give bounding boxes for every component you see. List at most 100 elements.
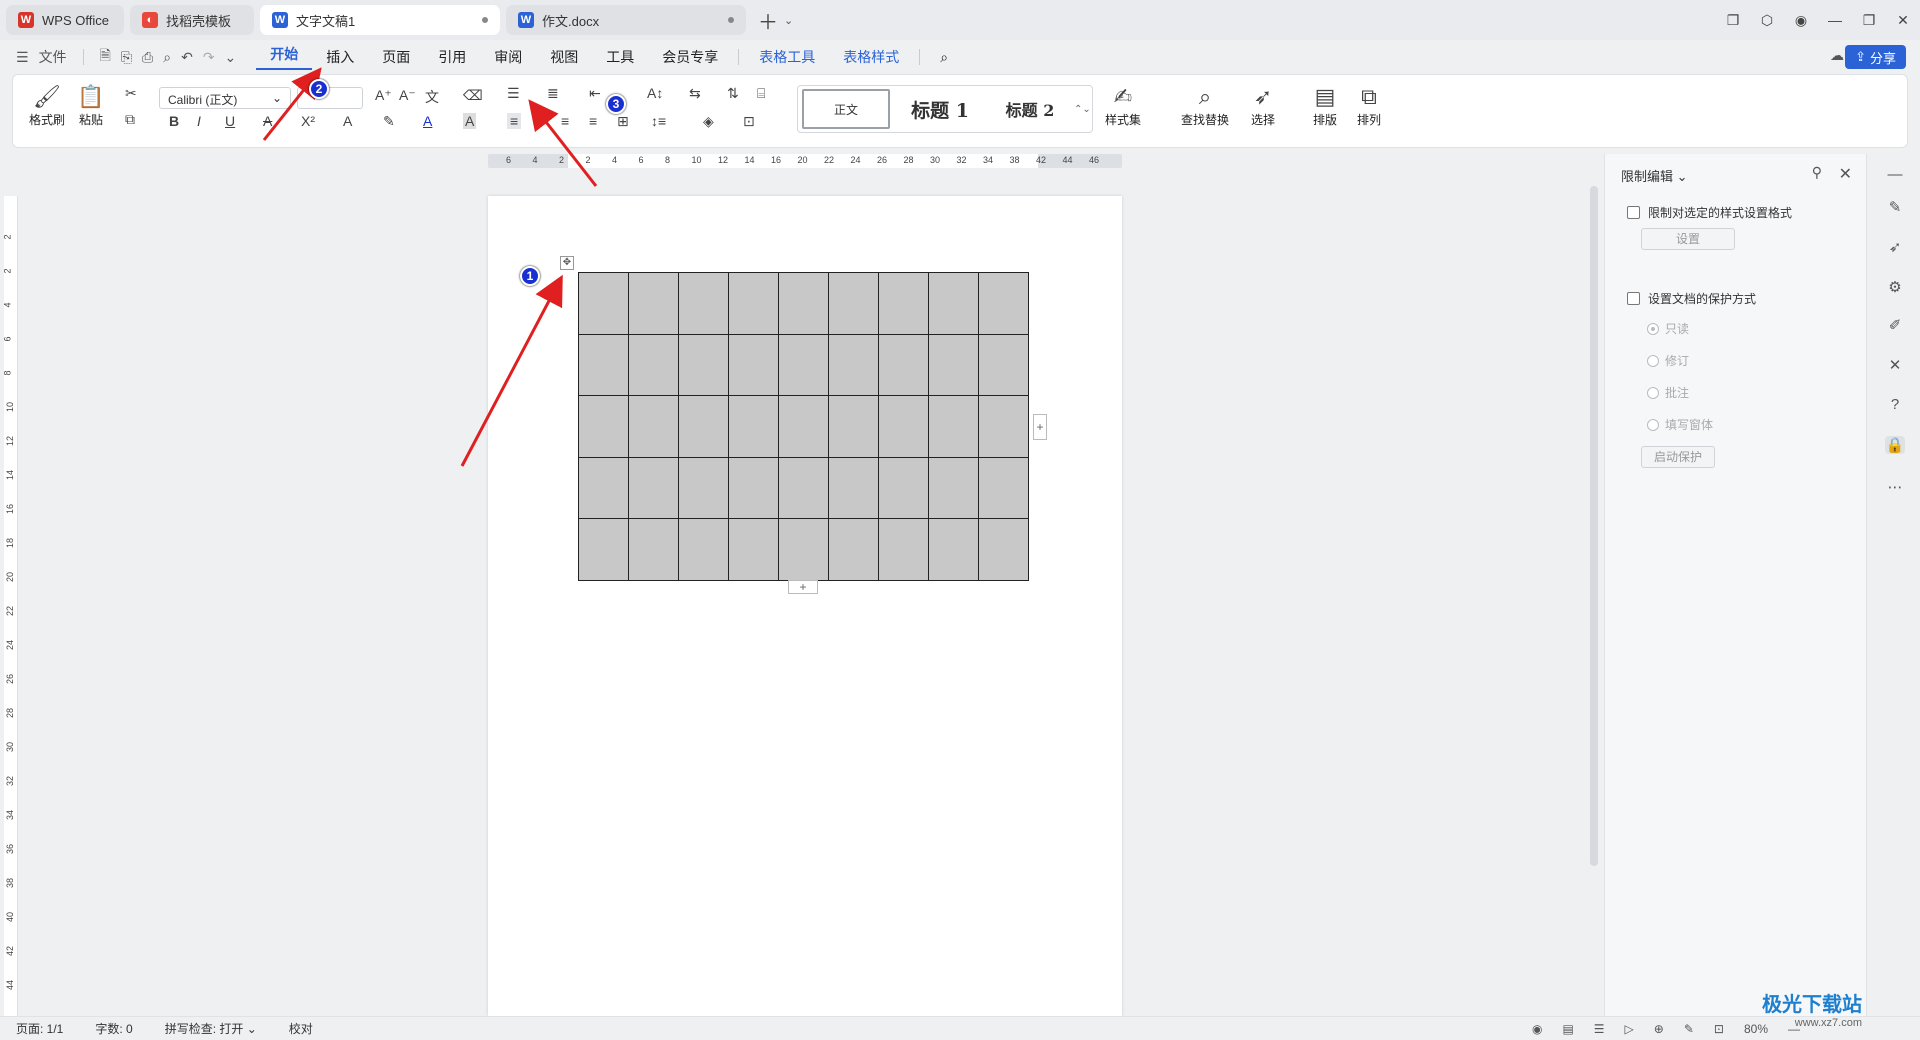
menu-insert[interactable]: 插入	[312, 47, 368, 67]
table-cell[interactable]	[678, 272, 729, 335]
table-cell[interactable]	[878, 333, 929, 396]
cloud-icon[interactable]: ☁	[1830, 47, 1844, 64]
menu-tools[interactable]: 工具	[592, 47, 648, 67]
distribute-icon[interactable]: ⊞	[617, 113, 629, 130]
vertical-scrollbar[interactable]	[1590, 186, 1598, 866]
minimize-icon[interactable]: —	[1818, 12, 1852, 28]
show-marks-icon[interactable]: ⌸	[757, 85, 765, 102]
search-icon[interactable]: ⌕	[926, 49, 962, 66]
web-view-icon[interactable]: ⊕	[1654, 1022, 1664, 1036]
highlight-icon[interactable]: ✎	[383, 113, 395, 130]
table-cell[interactable]	[828, 272, 879, 335]
table-cell[interactable]	[578, 518, 629, 581]
clear-format-icon[interactable]: ⌫	[463, 87, 483, 104]
mode-readonly[interactable]: 只读	[1647, 320, 1689, 337]
settings-button[interactable]: 设置	[1641, 228, 1735, 250]
export-icon[interactable]: ⎘	[121, 49, 132, 66]
convert-icon[interactable]: ⇆	[689, 85, 701, 102]
table-cell[interactable]	[928, 272, 979, 335]
menu-review[interactable]: 审阅	[480, 47, 536, 67]
chevron-down-icon[interactable]: ⌄	[784, 14, 793, 27]
restore-icon[interactable]: ❐	[1852, 12, 1886, 29]
table-cell[interactable]	[928, 456, 979, 519]
table-cell[interactable]	[628, 395, 679, 458]
bullet-list-icon[interactable]: ☰	[507, 85, 520, 102]
italic-button[interactable]: I	[197, 113, 201, 129]
edit-doc-icon[interactable]: ✐	[1885, 316, 1905, 334]
align-right-icon[interactable]: ≡	[561, 113, 569, 129]
table-cell[interactable]	[878, 518, 929, 581]
mode-comment[interactable]: 批注	[1647, 384, 1689, 401]
style-set-button[interactable]: ✍ 样式集	[1105, 83, 1141, 128]
table-cell[interactable]	[978, 395, 1029, 458]
table-cell[interactable]	[928, 395, 979, 458]
style-normal[interactable]: 正文	[802, 89, 890, 129]
menu-references[interactable]: 引用	[424, 47, 480, 67]
align-left-icon[interactable]: ≡	[507, 113, 522, 129]
menu-file[interactable]: 文件	[39, 47, 67, 67]
outline-view-icon[interactable]: ☰	[1594, 1022, 1605, 1036]
menu-member[interactable]: 会员专享	[648, 47, 732, 67]
new-tab-icon[interactable]: ＋	[758, 6, 778, 35]
table-cell[interactable]	[628, 518, 679, 581]
word-count[interactable]: 字数: 0	[79, 1020, 148, 1037]
gallery-scroll-icon[interactable]: ⌃⌄	[1074, 104, 1091, 115]
decrease-indent-icon[interactable]: ⇤	[589, 85, 601, 102]
table-cell[interactable]	[778, 272, 829, 335]
menu-home[interactable]: 开始	[256, 44, 313, 70]
table-cell[interactable]	[978, 333, 1029, 396]
pin-icon[interactable]: ⚲	[1812, 164, 1822, 181]
checkbox[interactable]	[1627, 292, 1640, 305]
style-heading2[interactable]: 标题 2	[990, 89, 1070, 129]
table-cell[interactable]	[928, 333, 979, 396]
table-cell[interactable]	[778, 395, 829, 458]
table-cell[interactable]	[828, 395, 879, 458]
layout-button[interactable]: ▤ 排版	[1311, 83, 1339, 128]
paste-button[interactable]: 📋 粘贴	[77, 83, 105, 128]
document-page[interactable]: ✥ + +	[488, 196, 1122, 1016]
table-cell[interactable]	[828, 333, 879, 396]
table-cell[interactable]	[628, 272, 679, 335]
proofread[interactable]: 校对	[273, 1020, 329, 1037]
line-spacing-icon[interactable]: ↕≡	[651, 113, 666, 129]
font-name-select[interactable]: Calibri (正文) ⌄	[159, 87, 291, 109]
print-preview-icon[interactable]: ⌕	[163, 49, 171, 66]
unsaved-dot-icon[interactable]	[482, 17, 488, 23]
mode-form[interactable]: 填写窗体	[1647, 416, 1713, 433]
table-cell[interactable]	[778, 456, 829, 519]
table-cell[interactable]	[878, 272, 929, 335]
grow-font-icon[interactable]: A⁺	[375, 87, 392, 104]
add-row-button[interactable]: +	[788, 580, 818, 594]
page-count[interactable]: 页面: 1/1	[0, 1020, 79, 1037]
align-center-icon[interactable]: ≡	[535, 113, 543, 129]
cursor-icon[interactable]: ➶	[1885, 238, 1905, 256]
shrink-font-icon[interactable]: A⁻	[399, 87, 416, 104]
pen-icon[interactable]: ✎	[1684, 1022, 1694, 1036]
vertical-ruler[interactable]: 2 2 4 6 8 10 12 14 16 18 20 22 24 26 28 30 32 34 36 38 40 42 4…	[3, 196, 18, 1016]
hamburger-icon[interactable]: ☰	[16, 49, 29, 66]
menu-table-tools[interactable]: 表格工具	[745, 47, 829, 67]
adjust-icon[interactable]: ⚙	[1885, 278, 1905, 296]
table-cell[interactable]	[978, 518, 1029, 581]
help-icon[interactable]: ?	[1885, 396, 1905, 413]
bold-button[interactable]: B	[169, 113, 179, 129]
numbered-list-icon[interactable]: ≣	[547, 85, 559, 102]
phonetic-icon[interactable]: 文	[425, 87, 439, 107]
tab-wps-office[interactable]: W WPS Office	[6, 5, 124, 35]
table-cell[interactable]	[678, 395, 729, 458]
table-cell[interactable]	[878, 456, 929, 519]
spell-check[interactable]: 拼写检查: 打开 ⌄	[149, 1020, 273, 1037]
arrange-button[interactable]: ⧉ 排列	[1355, 83, 1383, 128]
select-button[interactable]: ➶ 选择	[1249, 83, 1277, 128]
tab-document1[interactable]: W 文字文稿1	[260, 5, 500, 35]
more-icon[interactable]: ⋯	[1885, 478, 1905, 496]
chevron-down-icon[interactable]: ⌄	[225, 49, 237, 66]
print-icon[interactable]: ⎙	[142, 49, 153, 66]
fit-icon[interactable]: ⊡	[1714, 1022, 1724, 1036]
menu-table-style[interactable]: 表格样式	[829, 47, 913, 67]
tools-icon[interactable]: ✕	[1885, 356, 1905, 374]
table-cell[interactable]	[678, 456, 729, 519]
table-cell[interactable]	[678, 518, 729, 581]
eye-icon[interactable]: ◉	[1532, 1022, 1542, 1036]
text-direction-icon[interactable]: A↕	[647, 85, 663, 101]
